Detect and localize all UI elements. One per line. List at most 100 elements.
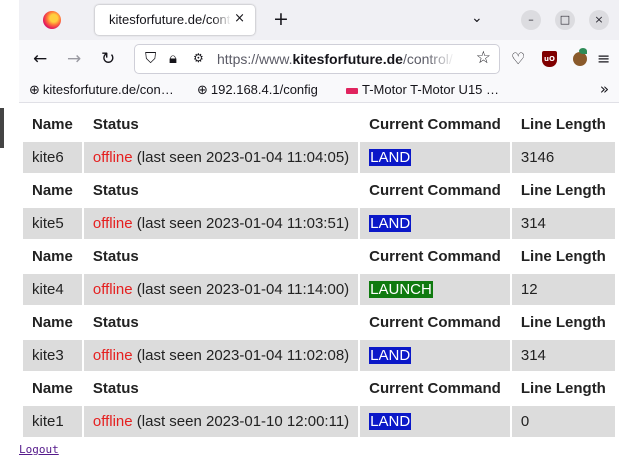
last-seen-text: (last seen 2023-01-04 11:14:00): [132, 281, 350, 298]
column-header-name: Name: [23, 109, 82, 140]
bookmarks-overflow-icon[interactable]: »: [600, 80, 609, 98]
tab-close-icon[interactable]: ×: [234, 11, 245, 26]
command-badge: LAND: [369, 413, 412, 430]
kite-status: offline (last seen 2023-01-04 11:14:00): [83, 274, 359, 305]
page-content: Name Status Current Command Line Length kite…: [19, 103, 619, 462]
back-button[interactable]: ←: [33, 49, 47, 69]
firefox-view-button[interactable]: [19, 0, 91, 40]
command-badge: LAND: [369, 149, 412, 166]
kite-status: offline (last seen 2023-01-04 11:03:51): [83, 208, 359, 239]
column-header-command: Current Command: [360, 307, 510, 338]
current-command-cell: LAND: [360, 340, 510, 371]
url-bar[interactable]: ⛉ 🔒︎ ⚙ https://www.kitesforfuture.de/con…: [135, 45, 499, 73]
line-length: 314: [511, 340, 615, 371]
bookmark-item-tmotor[interactable]: T-Motor T-Motor U15 …: [346, 82, 499, 97]
command-badge: LAND: [369, 215, 412, 232]
background-window-edge: [0, 108, 4, 148]
column-header-length: Line Length: [511, 373, 615, 404]
line-length: 12: [511, 274, 615, 305]
column-header-command: Current Command: [360, 241, 510, 272]
current-command-cell: LAND: [360, 406, 510, 437]
globe-icon: ⊕: [29, 83, 40, 98]
column-header-length: Line Length: [511, 307, 615, 338]
menu-icon[interactable]: ≡: [597, 49, 610, 69]
close-window-button[interactable]: ×: [589, 10, 609, 30]
kite-name: kite1: [23, 406, 82, 437]
firefox-icon: [43, 11, 61, 29]
column-header-status: Status: [83, 373, 359, 404]
lock-icon[interactable]: 🔒︎: [169, 49, 177, 67]
column-header-length: Line Length: [511, 109, 615, 140]
command-badge: LAUNCH: [369, 281, 433, 298]
cookie-extension-icon[interactable]: [573, 48, 587, 66]
url-text[interactable]: https://www.kitesforfuture.de/control/: [217, 51, 455, 67]
bookmark-item-config[interactable]: ⊕ 192.168.4.1/config: [197, 82, 318, 98]
kite-status: offline (last seen 2023-01-04 11:02:08): [83, 340, 359, 371]
permissions-icon[interactable]: ⚙: [193, 51, 204, 65]
tab-active[interactable]: kitesforfuture.de/control/co ×: [95, 5, 255, 35]
column-header-status: Status: [83, 241, 359, 272]
tab-title: kitesforfuture.de/control/co: [109, 12, 231, 27]
status-state: offline: [92, 413, 133, 430]
column-header-name: Name: [23, 373, 82, 404]
browser-window: kitesforfuture.de/control/co × + ⌄ – □ ×…: [19, 0, 619, 462]
table-header-row: Name Status Current Command Line Length: [23, 109, 615, 140]
table-row: kite3 offline (last seen 2023-01-04 11:02…: [23, 340, 615, 371]
column-header-name: Name: [23, 241, 82, 272]
column-header-command: Current Command: [360, 373, 510, 404]
kite-name: kite5: [23, 208, 82, 239]
table-header-row: Name Status Current Command Line Length: [23, 373, 615, 404]
last-seen-text: (last seen 2023-01-04 11:04:05): [132, 149, 350, 166]
column-header-name: Name: [23, 307, 82, 338]
bookmark-star-icon[interactable]: ☆: [476, 48, 491, 68]
kite-status: offline (last seen 2023-01-04 11:04:05): [83, 142, 359, 173]
command-badge: LAND: [369, 347, 412, 364]
status-state: offline: [92, 281, 133, 298]
column-header-status: Status: [83, 175, 359, 206]
table-header-row: Name Status Current Command Line Length: [23, 307, 615, 338]
reload-button[interactable]: ↻: [101, 49, 115, 69]
line-length: 0: [511, 406, 615, 437]
column-header-status: Status: [83, 109, 359, 140]
kite-name: kite6: [23, 142, 82, 173]
column-header-length: Line Length: [511, 241, 615, 272]
list-all-tabs-icon[interactable]: ⌄: [471, 10, 483, 26]
tab-strip: kitesforfuture.de/control/co × + ⌄ – □ ×: [19, 0, 619, 40]
table-header-row: Name Status Current Command Line Length: [23, 241, 615, 272]
kite-status: offline (last seen 2023-01-10 12:00:11): [83, 406, 359, 437]
line-length: 3146: [511, 142, 615, 173]
status-state: offline: [92, 149, 133, 166]
table-row: kite6 offline (last seen 2023-01-04 11:04…: [23, 142, 615, 173]
shield-icon[interactable]: ⛉: [145, 49, 156, 67]
forward-button[interactable]: →: [67, 49, 81, 69]
table-header-row: Name Status Current Command Line Length: [23, 175, 615, 206]
ublock-origin-icon[interactable]: uO: [542, 51, 557, 67]
new-tab-button[interactable]: +: [273, 8, 289, 30]
kite-name: kite4: [23, 274, 82, 305]
bookmarks-toolbar: ⊕ kitesforfuture.de/con… ⊕ 192.168.4.1/con…: [19, 78, 619, 103]
current-command-cell: LAUNCH: [360, 274, 510, 305]
tmotor-icon: [346, 87, 358, 94]
column-header-command: Current Command: [360, 175, 510, 206]
status-state: offline: [92, 347, 133, 364]
pocket-icon[interactable]: ♡: [511, 49, 525, 69]
table-row: kite4 offline (last seen 2023-01-04 11:14…: [23, 274, 615, 305]
current-command-cell: LAND: [360, 142, 510, 173]
logout-link[interactable]: Logout: [19, 443, 59, 456]
column-header-name: Name: [23, 175, 82, 206]
current-command-cell: LAND: [360, 208, 510, 239]
navigation-toolbar: ← → ↻ ⛉ 🔒︎ ⚙ https://www.kitesforfuture.…: [19, 40, 619, 78]
table-row: kite1 offline (last seen 2023-01-10 12:00…: [23, 406, 615, 437]
table-row: kite5 offline (last seen 2023-01-04 11:03…: [23, 208, 615, 239]
last-seen-text: (last seen 2023-01-04 11:03:51): [132, 215, 350, 232]
last-seen-text: (last seen 2023-01-04 11:02:08): [132, 347, 350, 364]
minimize-button[interactable]: –: [521, 10, 541, 30]
column-header-command: Current Command: [360, 109, 510, 140]
kite-status-table: Name Status Current Command Line Length kite…: [21, 107, 617, 439]
last-seen-text: (last seen 2023-01-10 12:00:11): [132, 413, 350, 430]
status-state: offline: [92, 215, 133, 232]
line-length: 314: [511, 208, 615, 239]
maximize-button[interactable]: □: [555, 10, 575, 30]
kite-name: kite3: [23, 340, 82, 371]
bookmark-item-kitesforfuture[interactable]: ⊕ kitesforfuture.de/con…: [29, 82, 174, 98]
